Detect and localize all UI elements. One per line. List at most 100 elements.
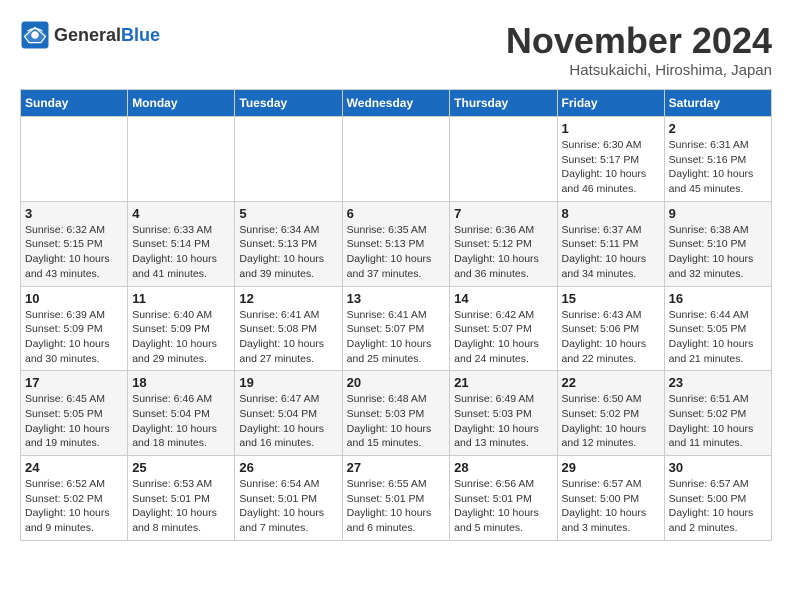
day-number: 22 — [562, 375, 660, 390]
calendar-day-cell: 19 Sunrise: 6:47 AM Sunset: 5:04 PM Dayli… — [235, 371, 342, 456]
day-info: Sunrise: 6:34 AM Sunset: 5:13 PM Dayligh… — [239, 223, 337, 282]
calendar-day-cell — [235, 117, 342, 202]
day-number: 13 — [347, 291, 446, 306]
day-number: 18 — [132, 375, 230, 390]
calendar-day-cell: 20 Sunrise: 6:48 AM Sunset: 5:03 PM Dayli… — [342, 371, 450, 456]
day-number: 23 — [669, 375, 767, 390]
day-info: Sunrise: 6:31 AM Sunset: 5:16 PM Dayligh… — [669, 138, 767, 197]
calendar-day-cell: 18 Sunrise: 6:46 AM Sunset: 5:04 PM Dayli… — [128, 371, 235, 456]
day-info: Sunrise: 6:52 AM Sunset: 5:02 PM Dayligh… — [25, 477, 123, 536]
weekday-header-cell: Sunday — [21, 90, 128, 117]
weekday-header-cell: Wednesday — [342, 90, 450, 117]
day-number: 10 — [25, 291, 123, 306]
day-number: 16 — [669, 291, 767, 306]
logo: GeneralBlue — [20, 20, 160, 50]
day-number: 7 — [454, 206, 552, 221]
day-number: 28 — [454, 460, 552, 475]
calendar-week-row: 24 Sunrise: 6:52 AM Sunset: 5:02 PM Dayli… — [21, 456, 772, 541]
day-info: Sunrise: 6:48 AM Sunset: 5:03 PM Dayligh… — [347, 392, 446, 451]
day-number: 3 — [25, 206, 123, 221]
calendar-day-cell: 2Sunrise: 6:31 AM Sunset: 5:16 PM Daylig… — [664, 117, 771, 202]
day-info: Sunrise: 6:36 AM Sunset: 5:12 PM Dayligh… — [454, 223, 552, 282]
calendar-day-cell — [342, 117, 450, 202]
weekday-header-cell: Saturday — [664, 90, 771, 117]
weekday-header-cell: Friday — [557, 90, 664, 117]
day-info: Sunrise: 6:38 AM Sunset: 5:10 PM Dayligh… — [669, 223, 767, 282]
day-info: Sunrise: 6:53 AM Sunset: 5:01 PM Dayligh… — [132, 477, 230, 536]
calendar-day-cell — [21, 117, 128, 202]
day-number: 6 — [347, 206, 446, 221]
calendar-day-cell: 23 Sunrise: 6:51 AM Sunset: 5:02 PM Dayli… — [664, 371, 771, 456]
day-number: 24 — [25, 460, 123, 475]
calendar-day-cell: 1Sunrise: 6:30 AM Sunset: 5:17 PM Daylig… — [557, 117, 664, 202]
day-number: 21 — [454, 375, 552, 390]
day-info: Sunrise: 6:41 AM Sunset: 5:07 PM Dayligh… — [347, 308, 446, 367]
day-info: Sunrise: 6:46 AM Sunset: 5:04 PM Dayligh… — [132, 392, 230, 451]
day-info: Sunrise: 6:50 AM Sunset: 5:02 PM Dayligh… — [562, 392, 660, 451]
calendar-day-cell: 8 Sunrise: 6:37 AM Sunset: 5:11 PM Daylig… — [557, 201, 664, 286]
calendar-day-cell: 24 Sunrise: 6:52 AM Sunset: 5:02 PM Dayli… — [21, 456, 128, 541]
calendar-day-cell: 17 Sunrise: 6:45 AM Sunset: 5:05 PM Dayli… — [21, 371, 128, 456]
calendar-week-row: 3 Sunrise: 6:32 AM Sunset: 5:15 PM Daylig… — [21, 201, 772, 286]
day-info: Sunrise: 6:42 AM Sunset: 5:07 PM Dayligh… — [454, 308, 552, 367]
day-info: Sunrise: 6:49 AM Sunset: 5:03 PM Dayligh… — [454, 392, 552, 451]
day-number: 11 — [132, 291, 230, 306]
day-info: Sunrise: 6:35 AM Sunset: 5:13 PM Dayligh… — [347, 223, 446, 282]
day-number: 14 — [454, 291, 552, 306]
day-number: 8 — [562, 206, 660, 221]
month-title: November 2024 — [506, 20, 772, 62]
calendar-day-cell: 5 Sunrise: 6:34 AM Sunset: 5:13 PM Daylig… — [235, 201, 342, 286]
day-info: Sunrise: 6:33 AM Sunset: 5:14 PM Dayligh… — [132, 223, 230, 282]
calendar-day-cell: 14 Sunrise: 6:42 AM Sunset: 5:07 PM Dayli… — [450, 286, 557, 371]
day-number: 25 — [132, 460, 230, 475]
day-info: Sunrise: 6:54 AM Sunset: 5:01 PM Dayligh… — [239, 477, 337, 536]
day-number: 5 — [239, 206, 337, 221]
calendar-day-cell: 4 Sunrise: 6:33 AM Sunset: 5:14 PM Daylig… — [128, 201, 235, 286]
day-info: Sunrise: 6:56 AM Sunset: 5:01 PM Dayligh… — [454, 477, 552, 536]
location-title: Hatsukaichi, Hiroshima, Japan — [506, 62, 772, 79]
day-number: 26 — [239, 460, 337, 475]
day-number: 17 — [25, 375, 123, 390]
calendar-week-row: 17 Sunrise: 6:45 AM Sunset: 5:05 PM Dayli… — [21, 371, 772, 456]
calendar-day-cell: 3 Sunrise: 6:32 AM Sunset: 5:15 PM Daylig… — [21, 201, 128, 286]
day-info: Sunrise: 6:40 AM Sunset: 5:09 PM Dayligh… — [132, 308, 230, 367]
calendar-day-cell: 10 Sunrise: 6:39 AM Sunset: 5:09 PM Dayli… — [21, 286, 128, 371]
weekday-header-cell: Thursday — [450, 90, 557, 117]
day-info: Sunrise: 6:45 AM Sunset: 5:05 PM Dayligh… — [25, 392, 123, 451]
calendar-day-cell: 28 Sunrise: 6:56 AM Sunset: 5:01 PM Dayli… — [450, 456, 557, 541]
day-number: 29 — [562, 460, 660, 475]
day-info: Sunrise: 6:55 AM Sunset: 5:01 PM Dayligh… — [347, 477, 446, 536]
day-info: Sunrise: 6:57 AM Sunset: 5:00 PM Dayligh… — [562, 477, 660, 536]
day-info: Sunrise: 6:47 AM Sunset: 5:04 PM Dayligh… — [239, 392, 337, 451]
day-info: Sunrise: 6:39 AM Sunset: 5:09 PM Dayligh… — [25, 308, 123, 367]
day-info: Sunrise: 6:32 AM Sunset: 5:15 PM Dayligh… — [25, 223, 123, 282]
calendar-day-cell — [450, 117, 557, 202]
calendar-day-cell: 15 Sunrise: 6:43 AM Sunset: 5:06 PM Dayli… — [557, 286, 664, 371]
day-number: 19 — [239, 375, 337, 390]
calendar-day-cell: 6 Sunrise: 6:35 AM Sunset: 5:13 PM Daylig… — [342, 201, 450, 286]
weekday-header-cell: Tuesday — [235, 90, 342, 117]
day-number: 4 — [132, 206, 230, 221]
calendar-day-cell: 9 Sunrise: 6:38 AM Sunset: 5:10 PM Daylig… — [664, 201, 771, 286]
day-number: 20 — [347, 375, 446, 390]
logo-blue-text: Blue — [121, 25, 160, 45]
day-number: 27 — [347, 460, 446, 475]
day-number: 30 — [669, 460, 767, 475]
calendar-body: 1Sunrise: 6:30 AM Sunset: 5:17 PM Daylig… — [21, 117, 772, 541]
day-number: 15 — [562, 291, 660, 306]
day-info: Sunrise: 6:41 AM Sunset: 5:08 PM Dayligh… — [239, 308, 337, 367]
calendar-day-cell: 27 Sunrise: 6:55 AM Sunset: 5:01 PM Dayli… — [342, 456, 450, 541]
calendar-day-cell: 7 Sunrise: 6:36 AM Sunset: 5:12 PM Daylig… — [450, 201, 557, 286]
day-number: 9 — [669, 206, 767, 221]
logo-icon — [20, 20, 50, 50]
day-info: Sunrise: 6:37 AM Sunset: 5:11 PM Dayligh… — [562, 223, 660, 282]
calendar-day-cell: 13 Sunrise: 6:41 AM Sunset: 5:07 PM Dayli… — [342, 286, 450, 371]
title-area: November 2024 Hatsukaichi, Hiroshima, Ja… — [506, 20, 772, 79]
calendar: SundayMondayTuesdayWednesdayThursdayFrid… — [20, 89, 772, 541]
day-info: Sunrise: 6:51 AM Sunset: 5:02 PM Dayligh… — [669, 392, 767, 451]
calendar-day-cell: 16Sunrise: 6:44 AM Sunset: 5:05 PM Dayli… — [664, 286, 771, 371]
day-number: 1 — [562, 121, 660, 136]
day-info: Sunrise: 6:43 AM Sunset: 5:06 PM Dayligh… — [562, 308, 660, 367]
calendar-day-cell: 12Sunrise: 6:41 AM Sunset: 5:08 PM Dayli… — [235, 286, 342, 371]
calendar-day-cell: 29 Sunrise: 6:57 AM Sunset: 5:00 PM Dayli… — [557, 456, 664, 541]
